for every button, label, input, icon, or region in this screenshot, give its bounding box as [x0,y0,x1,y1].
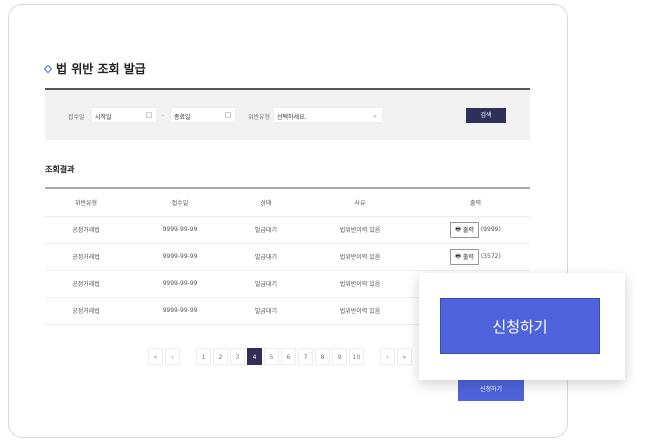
page-8[interactable]: 8 [315,348,330,365]
search-panel: 접수일 시작일 - 종료일 위반유형 선택하세요. ⌄ 검색 [45,88,530,140]
type-select[interactable]: 선택하세요. ⌄ [273,107,383,123]
zoom-callout: 신청하기 [419,273,625,380]
date-label: 접수일 [68,114,85,121]
print-button[interactable]: 🖶 출력 [450,248,479,265]
end-date-input[interactable]: 종료일 [170,107,236,123]
print-count: (9999) [480,225,501,233]
prev-page-button[interactable]: ‹ [165,348,180,365]
header-date: 접수일 [127,188,233,217]
page-1[interactable]: 1 [196,348,211,365]
cell-status: 발급대기 [233,243,299,271]
last-page-button[interactable]: » [397,348,412,365]
header-reason: 사유 [299,188,421,217]
date-separator: - [162,112,165,119]
header-print: 출력 [421,188,530,217]
print-button[interactable]: 🖶 출력 [450,221,479,238]
pagination: « ‹ 1 2 3 4 5 6 7 8 9 10 › » [148,348,412,365]
page-9[interactable]: 9 [332,348,347,365]
page-6[interactable]: 6 [281,348,296,365]
cell-status: 발급대기 [233,297,299,325]
print-label: 출력 [462,227,474,234]
page-5[interactable]: 5 [264,348,279,365]
cell-reason: 법위반이력 있음 [299,216,421,244]
page-2[interactable]: 2 [213,348,228,365]
page-10[interactable]: 10 [349,348,364,365]
cell-date: 9999-99-99 [127,243,233,271]
cell-reason: 법위반이력 있음 [299,243,421,271]
start-date-input[interactable]: 시작일 [91,107,157,123]
chevron-down-icon: ⌄ [372,111,378,119]
cell-type: 공정거래법 [45,270,127,298]
table-row: 공정거래법 9999-99-99 발급대기 법위반이력 있음 🖶 출력 (9999) [45,216,530,244]
cell-date: 9999-99-99 [127,297,233,325]
calendar-icon[interactable] [225,112,231,118]
end-date-placeholder: 종료일 [174,114,191,121]
cell-reason: 법위반이력 있음 [299,270,421,298]
diamond-icon [43,64,53,73]
apply-button[interactable]: 신청하기 [458,379,524,401]
page-title: 법 위반 조회 발급 [43,60,146,77]
start-date-placeholder: 시작일 [95,114,112,121]
results-title: 조회결과 [45,165,75,174]
cell-print: 🖶 출력 (3572) [421,243,530,271]
calendar-icon[interactable] [146,112,152,118]
cell-type: 공정거래법 [45,297,127,325]
printer-icon: 🖶 [455,225,461,233]
cell-reason: 법위반이력 있음 [299,297,421,325]
print-label: 출력 [462,254,474,261]
table-header: 위반유형 접수일 상태 사유 출력 [45,188,530,217]
cell-print: 🖶 출력 (9999) [421,216,530,244]
type-label: 위반유형 [248,114,271,121]
cell-status: 발급대기 [233,216,299,244]
cell-type: 공정거래법 [45,243,127,271]
page-title-text: 법 위반 조회 발급 [56,62,146,76]
header-type: 위반유형 [45,188,127,217]
print-count: (3572) [480,252,501,260]
cell-type: 공정거래법 [45,216,127,244]
header-status: 상태 [233,188,299,217]
cell-date: 9999-99-99 [127,216,233,244]
page-7[interactable]: 7 [298,348,313,365]
cell-status: 발급대기 [233,270,299,298]
next-page-button[interactable]: › [380,348,395,365]
first-page-button[interactable]: « [148,348,163,365]
search-button[interactable]: 검색 [466,108,506,123]
cell-date: 9999-99-99 [127,270,233,298]
type-select-value: 선택하세요. [277,114,307,121]
apply-button-enlarged[interactable]: 신청하기 [440,298,600,354]
page-3[interactable]: 3 [230,348,245,365]
page-4[interactable]: 4 [247,348,262,365]
table-row: 공정거래법 9999-99-99 발급대기 법위반이력 있음 🖶 출력 (3572) [45,243,530,271]
printer-icon: 🖶 [455,252,461,260]
